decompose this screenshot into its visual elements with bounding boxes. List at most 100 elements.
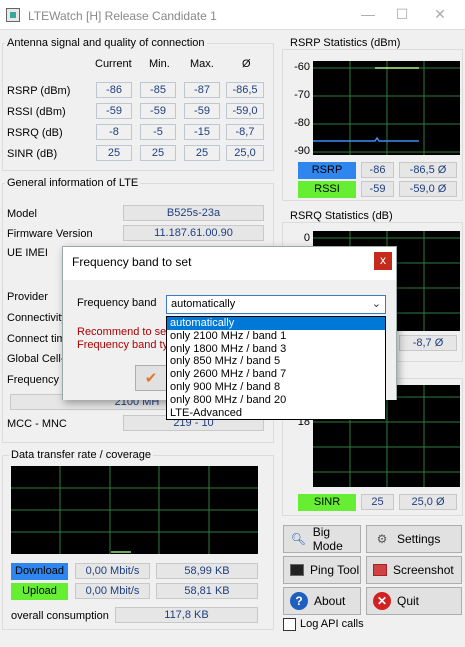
maximize-icon[interactable]: ☐ bbox=[392, 6, 412, 23]
rsrp-min: -85 bbox=[140, 82, 176, 98]
freq-band-label: Frequency b bbox=[7, 374, 69, 386]
log-api-checkbox[interactable] bbox=[283, 618, 296, 631]
rsrp-tick-60: -60 bbox=[294, 61, 310, 73]
chevron-down-icon: ⌄ bbox=[371, 298, 381, 310]
ping-tool-label: Ping Tool bbox=[310, 563, 360, 577]
option-band-7[interactable]: only 2600 MHz / band 7 bbox=[167, 368, 385, 381]
rsrp-plot bbox=[313, 61, 460, 155]
overall-value: 117,8 KB bbox=[115, 607, 258, 623]
big-mode-button[interactable]: 🔍︎ Big Mode bbox=[283, 525, 361, 553]
rsrp-avg: -86,5 bbox=[226, 82, 264, 98]
upload-total: 58,81 KB bbox=[156, 583, 258, 599]
overall-label: overall consumption bbox=[11, 610, 109, 622]
rsrq-stats-legend: RSRQ Statistics (dB) bbox=[288, 210, 395, 222]
terminal-icon bbox=[290, 564, 304, 576]
sinr-max: 25 bbox=[184, 145, 220, 161]
header-min: Min. bbox=[149, 58, 170, 70]
rsrq-current: -8 bbox=[96, 124, 132, 140]
minimize-icon[interactable]: — bbox=[358, 6, 378, 22]
transfer-legend: Data transfer rate / coverage bbox=[9, 449, 154, 461]
rsrp-label: RSRP (dBm) bbox=[7, 85, 71, 97]
frequency-band-selected: automatically bbox=[171, 298, 236, 310]
sinr-stat-avg: 25,0 Ø bbox=[399, 494, 457, 510]
rsrp-tick-70: -70 bbox=[294, 89, 310, 101]
rsrp-tick-80: -80 bbox=[294, 117, 310, 129]
window-title: LTEWatch [H] Release Candidate 1 bbox=[28, 9, 217, 23]
transfer-plot bbox=[11, 466, 258, 554]
recommend-line-2: Frequency band typ bbox=[77, 339, 175, 351]
settings-label: Settings bbox=[397, 532, 441, 546]
sinr-current: 25 bbox=[96, 145, 132, 161]
header-avg: Ø bbox=[242, 58, 251, 70]
rsrq-tick-0: 0 bbox=[303, 232, 310, 244]
rssi-badge: RSSI bbox=[298, 181, 356, 198]
screenshot-button[interactable]: Screenshot bbox=[366, 556, 462, 584]
ping-tool-button[interactable]: Ping Tool bbox=[283, 556, 361, 584]
mcc-label: MCC - MNC bbox=[7, 418, 67, 430]
screenshot-label: Screenshot bbox=[393, 563, 454, 577]
dialog-title: Frequency band to set bbox=[72, 255, 192, 269]
quit-label: Quit bbox=[397, 594, 420, 608]
download-badge: Download bbox=[11, 563, 68, 580]
sinr-badge: SINR bbox=[298, 494, 356, 511]
download-total: 58,99 KB bbox=[156, 563, 258, 579]
close-icon[interactable]: ✕ bbox=[430, 6, 450, 23]
gear-icon: ⚙ bbox=[376, 532, 388, 546]
option-band-3[interactable]: only 1800 MHz / band 3 bbox=[167, 343, 385, 356]
sinr-min: 25 bbox=[140, 145, 176, 161]
quit-button[interactable]: ✕ Quit bbox=[366, 587, 462, 615]
option-automatically[interactable]: automatically bbox=[167, 317, 385, 330]
connect-time-label: Connect tim bbox=[7, 333, 66, 345]
screenshot-icon bbox=[373, 564, 387, 576]
option-band-1[interactable]: only 2100 MHz / band 1 bbox=[167, 330, 385, 343]
sinr-avg: 25,0 bbox=[226, 145, 264, 161]
download-rate: 0,00 Mbit/s bbox=[75, 563, 150, 579]
frequency-band-select[interactable]: automatically ⌄ bbox=[166, 295, 386, 314]
rssi-avg: -59,0 bbox=[226, 103, 264, 119]
rssi-stat-current: -59 bbox=[361, 181, 394, 197]
firmware-label: Firmware Version bbox=[7, 228, 93, 240]
upload-rate: 0,00 Mbit/s bbox=[75, 583, 150, 599]
sinr-label: SINR (dB) bbox=[7, 148, 58, 160]
header-current: Current bbox=[95, 58, 132, 70]
title-bar: LTEWatch [H] Release Candidate 1 — ☐ ✕ bbox=[0, 0, 465, 30]
firmware-value: 11.187.61.00.90 bbox=[123, 225, 264, 241]
header-max: Max. bbox=[190, 58, 214, 70]
rsrq-stat-avg: -8,7 Ø bbox=[399, 335, 457, 351]
option-band-20[interactable]: only 800 MHz / band 20 bbox=[167, 394, 385, 407]
quit-icon: ✕ bbox=[373, 592, 391, 610]
rsrq-label: RSRQ (dB) bbox=[7, 127, 63, 139]
rsrp-tick-90: -90 bbox=[294, 145, 310, 157]
settings-button[interactable]: ⚙ Settings bbox=[366, 525, 462, 553]
dialog-close-button[interactable]: x bbox=[374, 252, 392, 270]
recommend-line-1: Recommend to sele bbox=[77, 326, 175, 338]
frequency-band-label: Frequency band bbox=[77, 297, 157, 309]
rsrp-current: -86 bbox=[96, 82, 132, 98]
sinr-stat-current: 25 bbox=[361, 494, 394, 510]
log-api-label: Log API calls bbox=[300, 618, 364, 630]
app-icon bbox=[6, 8, 20, 22]
imei-label: UE IMEI bbox=[7, 247, 48, 259]
upload-badge: Upload bbox=[11, 583, 68, 600]
magnifier-icon: 🔍︎ bbox=[290, 532, 306, 546]
info-icon: ? bbox=[290, 592, 308, 610]
rssi-label: RSSI (dBm) bbox=[7, 106, 66, 118]
option-lte-advanced[interactable]: LTE-Advanced bbox=[167, 407, 385, 420]
connectivity-label: Connectivity bbox=[7, 312, 67, 324]
big-mode-label: Big Mode bbox=[312, 525, 343, 553]
rsrp-badge: RSRP bbox=[298, 162, 356, 179]
rsrq-avg: -8,7 bbox=[226, 124, 264, 140]
general-legend: General information of LTE bbox=[5, 177, 141, 189]
rsrq-max: -15 bbox=[184, 124, 220, 140]
option-band-8[interactable]: only 900 MHz / band 8 bbox=[167, 381, 385, 394]
option-band-5[interactable]: only 850 MHz / band 5 bbox=[167, 355, 385, 368]
check-icon: ✔ bbox=[144, 370, 158, 387]
about-label: About bbox=[314, 594, 346, 608]
frequency-band-options: automatically only 2100 MHz / band 1 onl… bbox=[166, 316, 386, 420]
model-value: B525s-23a bbox=[123, 205, 264, 221]
about-button[interactable]: ? About bbox=[283, 587, 361, 615]
rsrp-stat-current: -86 bbox=[361, 162, 394, 178]
rsrp-stats-legend: RSRP Statistics (dBm) bbox=[288, 37, 403, 49]
model-label: Model bbox=[7, 208, 37, 220]
rsrp-max: -87 bbox=[184, 82, 220, 98]
